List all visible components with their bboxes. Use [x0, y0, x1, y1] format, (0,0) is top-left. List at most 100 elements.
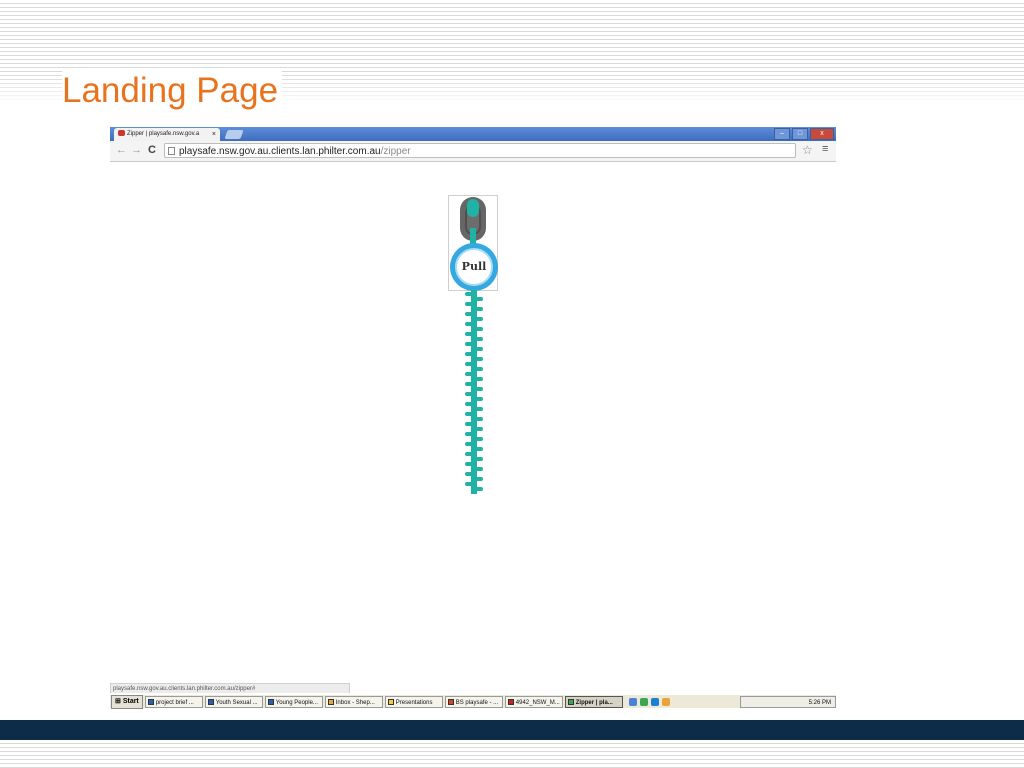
taskbar-item[interactable]: 4942_NSW_M... [504, 695, 563, 708]
start-button[interactable]: ⊞ Start [111, 694, 143, 709]
zipper-tooth [472, 317, 483, 321]
zipper-cap [467, 199, 479, 217]
taskbar-item[interactable]: BS playsafe - ... [444, 695, 503, 708]
zipper-tooth [472, 427, 483, 431]
slide-title: Landing Page [62, 70, 283, 112]
taskbar-item[interactable]: Youth Sexual ... [204, 695, 263, 708]
taskbar: ⊞ Start project brief ... Youth Sexual ..… [110, 694, 836, 709]
zipper-tooth [465, 352, 476, 356]
zipper-tooth [472, 327, 483, 331]
zipper-tooth [465, 342, 476, 346]
start-label: Start [122, 697, 139, 705]
zipper-tooth [472, 347, 483, 351]
page-icon [168, 147, 175, 155]
zipper-tooth [465, 482, 476, 486]
zipper-tooth [472, 387, 483, 391]
quicklaunch-browser-icon[interactable] [628, 697, 637, 706]
zipper-tooth [472, 337, 483, 341]
forward-arrow-icon[interactable]: → [131, 144, 142, 156]
zipper-tooth [465, 372, 476, 376]
zipper-tooth [472, 447, 483, 451]
zipper-tooth [472, 417, 483, 421]
taskbar-item-label: Inbox - Shep... [335, 699, 375, 706]
address-bar[interactable]: playsafe.nsw.gov.au.clients.lan.philter.… [164, 143, 796, 158]
zipper-tooth [472, 477, 483, 481]
word-icon [147, 698, 154, 705]
status-bar: playsafe.nsw.gov.au.clients.lan.philter.… [110, 683, 350, 693]
taskbar-item[interactable]: project brief ... [144, 695, 203, 708]
zipper-tooth [472, 397, 483, 401]
word-icon [207, 698, 214, 705]
zipper-teeth [465, 290, 483, 494]
zipper-tooth [472, 367, 483, 371]
zipper-tooth [465, 362, 476, 366]
menu-icon[interactable]: ≡ [822, 143, 828, 155]
taskbar-item-label: Youth Sexual ... [215, 699, 258, 706]
zipper-tooth [472, 407, 483, 411]
zipper-tooth [472, 437, 483, 441]
quicklaunch-ie-icon[interactable] [650, 697, 659, 706]
quicklaunch-chrome-icon[interactable] [639, 697, 648, 706]
zipper-tooth [472, 487, 483, 491]
taskbar-item-label: project brief ... [155, 699, 194, 706]
clock: 5:26 PM [808, 699, 831, 706]
zipper-tooth [465, 432, 476, 436]
zipper-tooth [472, 297, 483, 301]
site-favicon-icon [118, 130, 125, 137]
tab-title: Zipper | playsafe.nsw.gov.a [127, 131, 200, 137]
zipper-tooth [472, 457, 483, 461]
taskbar-item[interactable]: Inbox - Shep... [324, 695, 383, 708]
word-icon [267, 698, 274, 705]
url-path: /zipper [380, 146, 411, 157]
outlook-icon [327, 698, 334, 705]
chrome-icon [567, 698, 574, 705]
taskbar-item[interactable]: Presentations [384, 695, 443, 708]
pdf-icon [507, 698, 514, 705]
footer-band [0, 720, 1024, 740]
taskbar-item[interactable]: Young People... [264, 695, 323, 708]
zipper-tooth [465, 332, 476, 336]
bookmark-star-icon[interactable]: ☆ [802, 143, 813, 157]
browser-tab[interactable]: Zipper | playsafe.nsw.gov.a × [114, 128, 220, 141]
taskbar-item-label: Presentations [395, 699, 433, 706]
minimize-button[interactable]: – [774, 128, 790, 140]
zipper-tooth [472, 307, 483, 311]
quicklaunch-outlook-icon[interactable] [661, 697, 670, 706]
browser-toolbar: ← → C playsafe.nsw.gov.au.clients.lan.ph… [110, 141, 836, 162]
zipper-tooth [465, 292, 476, 296]
zipper-neck [470, 228, 476, 244]
taskbar-item[interactable]: Zipper | pla... [564, 695, 623, 708]
close-window-button[interactable]: x [810, 128, 834, 140]
new-tab-button[interactable] [224, 130, 244, 139]
zipper-tooth [465, 452, 476, 456]
zipper-tooth [465, 392, 476, 396]
url-host: playsafe.nsw.gov.au.clients.lan.philter.… [179, 146, 381, 157]
back-arrow-icon[interactable]: ← [116, 144, 127, 156]
footer-stripes [0, 740, 1024, 768]
zipper-tooth [465, 382, 476, 386]
zipper-tooth [465, 312, 476, 316]
powerpoint-icon [447, 698, 454, 705]
zipper-tooth [465, 402, 476, 406]
zipper-tooth [465, 472, 476, 476]
zipper-tooth [465, 462, 476, 466]
taskbar-item-label: BS playsafe - ... [455, 699, 499, 706]
taskbar-item-label: 4942_NSW_M... [515, 699, 560, 706]
zipper-tooth [465, 412, 476, 416]
zipper-tooth [465, 442, 476, 446]
zipper-tooth [472, 377, 483, 381]
folder-icon [387, 698, 394, 705]
zipper-tooth [465, 322, 476, 326]
pull-button-label[interactable]: Pull [455, 248, 493, 286]
tab-close-icon[interactable]: × [212, 128, 216, 141]
quick-launch [628, 697, 670, 706]
system-tray[interactable]: 5:26 PM [740, 695, 836, 708]
browser-titlebar: Zipper | playsafe.nsw.gov.a × – □ x [110, 127, 836, 141]
zipper-tooth [472, 467, 483, 471]
zipper-tooth [472, 357, 483, 361]
restore-button[interactable]: □ [792, 128, 808, 140]
zipper-tooth [465, 422, 476, 426]
taskbar-item-label: Zipper | pla... [575, 699, 613, 706]
reload-icon[interactable]: C [148, 144, 156, 156]
taskbar-item-label: Young People... [275, 699, 318, 706]
